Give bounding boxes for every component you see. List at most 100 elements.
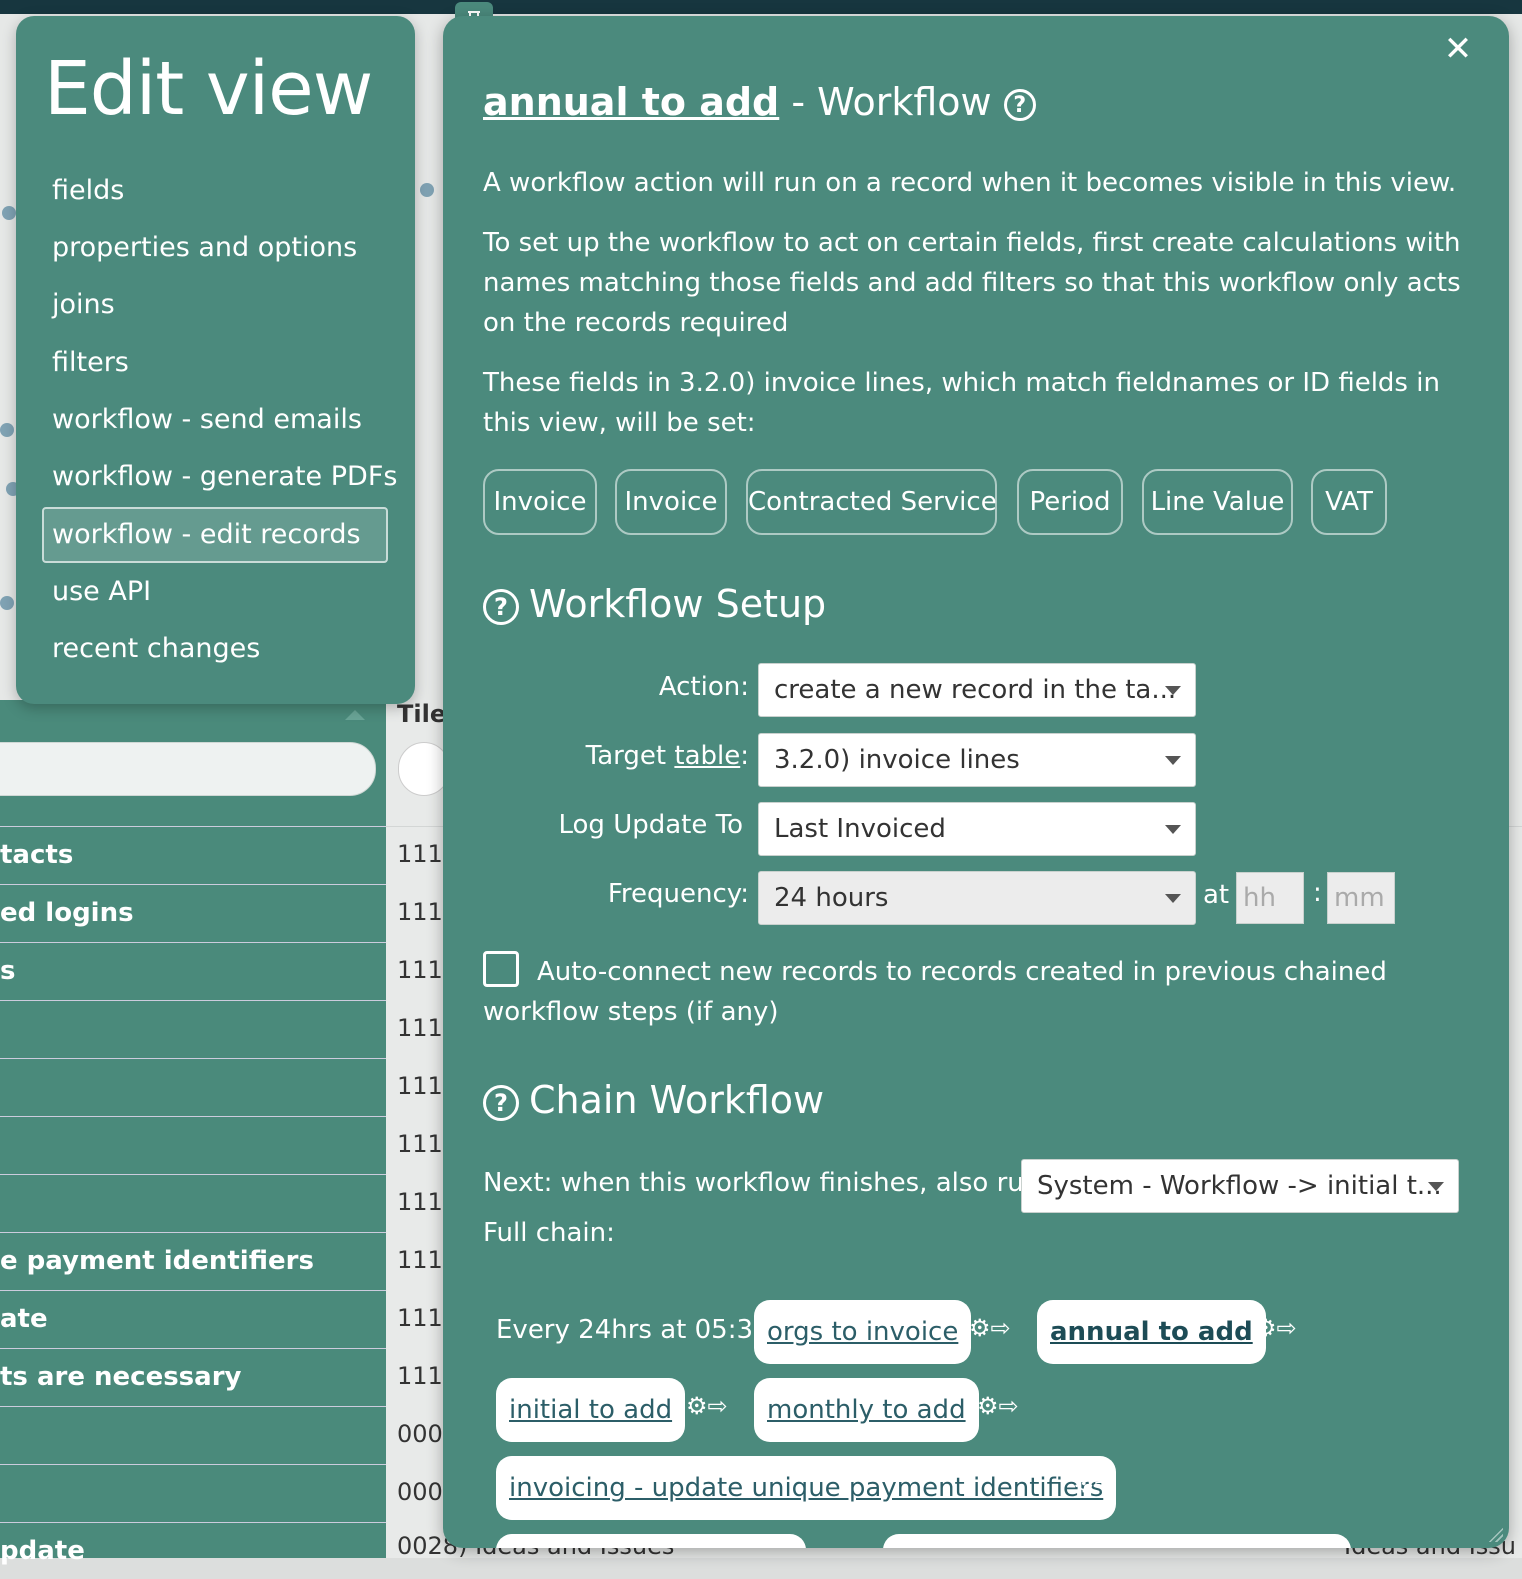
field-pill: Line Value xyxy=(1142,469,1293,535)
table-row-label: e payment identifiers xyxy=(0,1246,314,1276)
hour-input[interactable]: hh xyxy=(1236,872,1304,924)
target-table-select[interactable]: 3.2.0) invoice lines xyxy=(758,733,1196,787)
tile-column-header[interactable]: Tile xyxy=(397,700,446,728)
tile-row-number: 111 xyxy=(397,1362,443,1390)
chain-schedule: Every 24hrs at 05:37 : xyxy=(496,1315,787,1345)
table-row-label: ts are necessary xyxy=(0,1362,242,1392)
menu-item-recent-changes[interactable]: recent changes xyxy=(42,622,388,678)
next-workflow-label: Next: when this workflow finishes, also … xyxy=(483,1168,1041,1198)
chain-step-invoicing-update[interactable]: invoicing - update unique payment identi… xyxy=(496,1456,1117,1520)
chain-step-initial-to-add[interactable]: initial to add xyxy=(496,1378,686,1442)
frequency-label: Frequency: xyxy=(607,879,749,909)
chain-step-partial[interactable] xyxy=(496,1534,806,1548)
gear-arrow-icon: ⚙⇨ xyxy=(1073,1470,1115,1498)
close-icon[interactable]: ✕ xyxy=(1443,32,1473,66)
chevron-down-icon xyxy=(1165,894,1181,903)
table-row[interactable] xyxy=(0,1058,386,1115)
menu-item-use-api[interactable]: use API xyxy=(42,565,388,621)
workflow-setup-heading: ? Workflow Setup xyxy=(483,582,826,626)
menu-item-properties-and-options[interactable]: properties and options xyxy=(42,221,388,277)
menu-item-workflow-edit-records[interactable]: workflow - edit records xyxy=(42,507,388,563)
background-search-input[interactable] xyxy=(0,742,376,796)
table-row[interactable] xyxy=(0,1116,386,1173)
chevron-down-icon xyxy=(1165,756,1181,765)
chain-step-partial[interactable] xyxy=(883,1534,1351,1548)
auto-connect-label: Auto-connect new records to records crea… xyxy=(483,957,1387,1027)
action-select-value: create a new record in the ta... xyxy=(774,675,1177,705)
intro-text: A workflow action will run on a record w… xyxy=(483,168,1457,198)
field-pill: Invoice xyxy=(615,469,727,535)
log-update-label: Log Update To xyxy=(558,810,743,840)
edit-view-menu: Edit view fields properties and options … xyxy=(16,16,415,704)
table-row[interactable]: s xyxy=(0,942,386,999)
tile-row-number: 111 xyxy=(397,1072,443,1100)
table-row[interactable] xyxy=(0,1000,386,1057)
help-icon[interactable]: ? xyxy=(1003,88,1036,121)
frequency-select[interactable]: 24 hours xyxy=(758,871,1196,925)
target-table-value: 3.2.0) invoice lines xyxy=(774,745,1020,775)
table-row[interactable]: ate xyxy=(0,1290,386,1347)
workflow-modal: ✕ annual to add - Workflow ? A workflow … xyxy=(443,16,1509,1548)
workflow-name-link[interactable]: annual to add xyxy=(483,80,779,124)
field-pill: Invoice xyxy=(483,469,597,535)
next-workflow-value: System - Workflow -> initial t... xyxy=(1037,1171,1442,1201)
menu-item-filters[interactable]: filters xyxy=(42,336,388,392)
table-row-label: pdate xyxy=(0,1536,85,1566)
table-row[interactable]: ts are necessary xyxy=(0,1348,386,1405)
fields-intro: These fields in 3.2.0) invoice lines, wh… xyxy=(483,368,1440,438)
table-link[interactable]: table xyxy=(674,741,740,771)
menu-item-fields[interactable]: fields xyxy=(42,164,388,220)
chain-step-annual-to-add[interactable]: annual to add xyxy=(1037,1300,1266,1364)
action-label: Action: xyxy=(658,672,749,702)
table-row-label: ed logins xyxy=(0,898,134,928)
chain-workflow-heading: ? Chain Workflow xyxy=(483,1078,824,1122)
table-row[interactable] xyxy=(0,1174,386,1231)
field-pill: Contracted Service xyxy=(746,469,997,535)
log-update-select[interactable]: Last Invoiced xyxy=(758,802,1196,856)
help-icon[interactable]: ? xyxy=(483,588,519,625)
tile-row-number: 111 xyxy=(397,840,443,868)
full-chain-label: Full chain: xyxy=(483,1218,615,1248)
chain-step-orgs-to-invoice[interactable]: orgs to invoice xyxy=(754,1300,972,1364)
title-suffix: - Workflow xyxy=(779,80,992,124)
table-row[interactable]: e payment identifiers xyxy=(0,1232,386,1289)
workflow-setup-title: Workflow Setup xyxy=(529,582,827,626)
menu-item-workflow-send-emails[interactable]: workflow - send emails xyxy=(42,393,388,449)
log-update-value: Last Invoiced xyxy=(774,814,946,844)
edit-view-title: Edit view xyxy=(44,46,373,132)
table-row[interactable]: pdate xyxy=(0,1522,386,1579)
tile-row-number: 111 xyxy=(397,1304,443,1332)
chain-workflow-title: Chain Workflow xyxy=(529,1078,825,1122)
tile-row-number: 000 xyxy=(397,1478,443,1506)
help-icon[interactable]: ? xyxy=(483,1084,519,1121)
action-select[interactable]: create a new record in the ta... xyxy=(758,663,1196,717)
top-bar xyxy=(0,0,1522,14)
table-row[interactable]: tacts xyxy=(0,826,386,883)
chain-step-monthly-to-add[interactable]: monthly to add xyxy=(754,1378,979,1442)
field-pill: VAT xyxy=(1311,469,1387,535)
table-row[interactable]: ed logins xyxy=(0,884,386,941)
chevron-down-icon xyxy=(1165,825,1181,834)
frequency-value: 24 hours xyxy=(774,883,889,913)
target-table-label: Target table: xyxy=(585,741,749,771)
gear-arrow-icon: ⚙⇨ xyxy=(977,1392,1019,1420)
gear-arrow-icon: ⚙⇨ xyxy=(969,1314,1011,1342)
minute-input[interactable]: mm xyxy=(1327,872,1395,924)
tile-row-number: 111 xyxy=(397,1014,443,1042)
tile-row-number: 111 xyxy=(397,1130,443,1158)
resize-handle[interactable] xyxy=(1487,1526,1503,1542)
next-workflow-select[interactable]: System - Workflow -> initial t... xyxy=(1021,1159,1459,1213)
chevron-down-icon xyxy=(1165,686,1181,695)
table-row[interactable] xyxy=(0,1406,386,1463)
menu-item-joins[interactable]: joins xyxy=(42,278,388,334)
table-row-label: tacts xyxy=(0,840,74,870)
tile-row-number: 111 xyxy=(397,1188,443,1216)
tile-row-number: 111 xyxy=(397,956,443,984)
gear-arrow-icon: ⚙⇨ xyxy=(1255,1314,1297,1342)
menu-item-workflow-generate-pdfs[interactable]: workflow - generate PDFs xyxy=(42,450,397,506)
field-pill: Period xyxy=(1017,469,1123,535)
sort-arrow-icon xyxy=(345,710,365,720)
table-row-label: s xyxy=(0,956,16,986)
table-row[interactable] xyxy=(0,1464,386,1521)
tile-row-number: 000 xyxy=(397,1420,443,1448)
